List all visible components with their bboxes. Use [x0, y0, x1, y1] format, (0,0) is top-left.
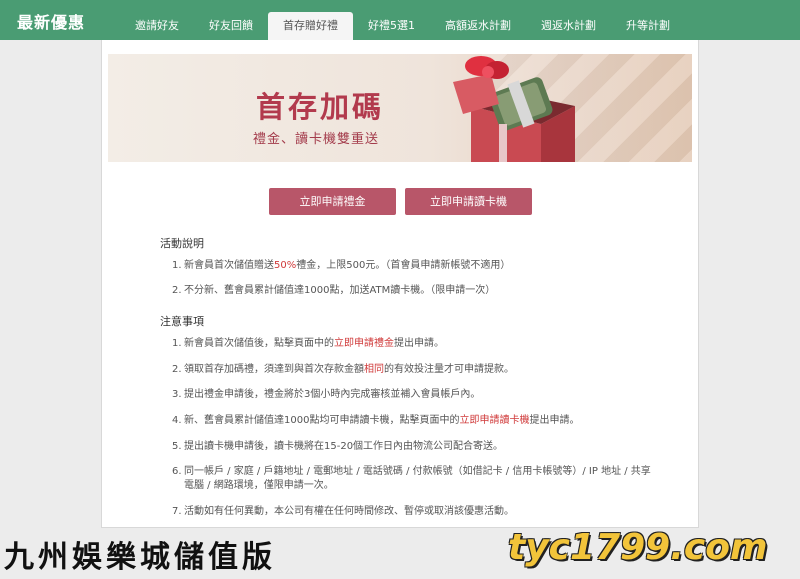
item-number: 5.: [172, 441, 182, 452]
promo-tabs: 邀請好友 好友回饋 首存贈好禮 好禮5選1 高額返水計劃 週返水計劃 升等計劃: [120, 12, 685, 40]
item-text: 新會員首次儲值後，點擊頁面中的立即申請禮金提出申請。: [184, 337, 654, 351]
item-text-post: 提出申請。: [394, 338, 444, 349]
item-text: 領取首存加碼禮，須達到與首次存款金額相同的有效投注量才可申請提款。: [184, 363, 654, 377]
watermark-brand-text: 九州娛樂城儲值版: [4, 540, 276, 575]
item-number: 4.: [172, 415, 182, 426]
page-title: 最新優惠: [17, 13, 86, 32]
promo-panel: 首存加碼 禮金、讀卡機雙重送 立即申請禮金 立即申請讀卡機 活動說明 1. 新會員…: [101, 40, 699, 528]
item-text-pre: 新會員首次儲值後，點擊頁面中的: [184, 338, 334, 349]
promo-banner: 首存加碼 禮金、讀卡機雙重送: [108, 54, 692, 162]
item-text-red: 立即申請禮金: [334, 338, 394, 349]
watermark-site-text: tyc1799.com: [508, 527, 768, 568]
item-number: 2.: [172, 364, 182, 375]
item-text-post: 提出申請。: [529, 415, 580, 426]
item-text-pre: 提出讀卡機申請後，讀卡機將在15-20個工作日內由物流公司配合寄送。: [184, 441, 504, 452]
item-text-pre: 活動如有任何異動，本公司有權在任何時間修改、暫停或取消該優惠活動。: [184, 506, 514, 517]
notes-heading: 注意事項: [160, 315, 204, 328]
banner-subtitle: 禮金、讀卡機雙重送: [253, 132, 380, 147]
item-number: 1.: [172, 260, 182, 271]
item-text-post: 的有效投注量才可申請提款。: [384, 364, 514, 375]
tab-2[interactable]: 首存贈好禮: [268, 12, 353, 40]
tab-6[interactable]: 升等計劃: [611, 12, 685, 40]
item-text: 新會員首次儲值贈送50%禮金，上限500元。（首會員申請新帳號不適用）: [184, 259, 654, 273]
item-text-red: 50%: [274, 260, 297, 271]
item-text-pre: 新、舊會員累計儲值達1000點均可申請讀卡機，點擊頁面中的: [184, 415, 460, 426]
item-text: 活動如有任何異動，本公司有權在任何時間修改、暫停或取消該優惠活動。: [184, 505, 654, 519]
item-number: 2.: [172, 285, 182, 296]
top-nav-bar: 最新優惠 邀請好友 好友回饋 首存贈好禮 好禮5選1 高額返水計劃 週返水計劃 升等計劃: [0, 0, 800, 40]
tab-4[interactable]: 高額返水計劃: [430, 12, 526, 40]
tab-0[interactable]: 邀請好友: [120, 12, 194, 40]
item-number: 6.: [172, 466, 182, 477]
item-text: 提出讀卡機申請後，讀卡機將在15-20個工作日內由物流公司配合寄送。: [184, 440, 654, 454]
activity-list: 1. 新會員首次儲值贈送50%禮金，上限500元。（首會員申請新帳號不適用） 2. 不…: [172, 259, 672, 309]
item-text-red: 立即申請讀卡機: [459, 415, 530, 426]
item-text-pre: 不分新、舊會員累計儲值達1000點，加送ATM讀卡機。（限申請一次）: [184, 285, 496, 296]
item-text-pre: 領取首存加碼禮，須達到與首次存款金額: [184, 364, 364, 375]
item-number: 7.: [172, 506, 182, 517]
apply-bonus-button[interactable]: 立即申請禮金: [269, 188, 396, 215]
item-text: 同一帳戶 / 家庭 / 戶籍地址 / 電郵地址 / 電話號碼 / 付款帳號（如借…: [184, 465, 654, 493]
item-text-pre: 提出禮金申請後，禮金將於3個小時內完成審核並補入會員帳戶內。: [184, 389, 481, 400]
notes-list: 1. 新會員首次儲值後，點擊頁面中的立即申請禮金提出申請。 2. 領取首存加碼禮，須達…: [172, 337, 672, 522]
gift-box-icon: [453, 56, 575, 162]
activity-heading: 活動說明: [160, 237, 204, 250]
tab-5[interactable]: 週返水計劃: [526, 12, 611, 40]
tab-1[interactable]: 好友回饋: [194, 12, 268, 40]
item-text: 新、舊會員累計儲值達1000點均可申請讀卡機，點擊頁面中的立即申請讀卡機提出申請…: [184, 414, 654, 428]
item-text-pre: 新會員首次儲值贈送: [184, 260, 274, 271]
banner-title: 首存加碼: [256, 90, 385, 124]
tab-3[interactable]: 好禮5選1: [353, 12, 430, 40]
item-text-pre: 同一帳戶 / 家庭 / 戶籍地址 / 電郵地址 / 電話號碼 / 付款帳號（如借…: [184, 466, 651, 491]
item-text-red: 相同: [364, 364, 384, 375]
item-text: 提出禮金申請後，禮金將於3個小時內完成審核並補入會員帳戶內。: [184, 388, 654, 402]
item-text-post: 禮金，上限500元。（首會員申請新帳號不適用）: [296, 260, 511, 271]
apply-card-reader-button[interactable]: 立即申請讀卡機: [405, 188, 532, 215]
item-number: 1.: [172, 338, 182, 349]
item-number: 3.: [172, 389, 182, 400]
item-text: 不分新、舊會員累計儲值達1000點，加送ATM讀卡機。（限申請一次）: [184, 284, 654, 298]
